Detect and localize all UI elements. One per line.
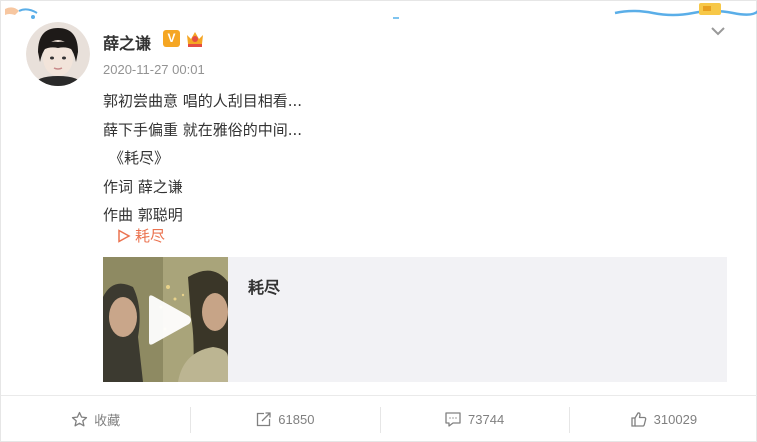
post-line: 作词 薛之谦 [103,177,183,196]
username[interactable]: 薛之谦 [103,30,151,54]
post-line: 《耗尽》 [109,149,170,167]
album-cover[interactable] [103,257,228,382]
repost-button[interactable]: 61850 [190,406,379,433]
comment-icon [445,412,461,427]
thumbs-up-icon [631,412,647,427]
decoration-dot [393,17,399,19]
star-icon [71,411,88,427]
verified-badge-icon: V [163,30,180,47]
post-line: 郭初尝曲意 唱的人刮目相看... [103,92,303,110]
play-outline-icon [118,228,131,243]
favorite-label: 收藏 [94,413,121,428]
music-link-label: 耗尽 [135,227,166,245]
comment-button[interactable]: 73744 [379,406,569,433]
play-button-icon[interactable] [143,294,193,346]
crown-member-icon [187,32,203,47]
repost-icon [257,412,271,427]
avatar[interactable] [26,22,90,86]
post-text: 郭初尝曲意 唱的人刮目相看... 薛下手偏重 就在雅俗的中间... 《耗尽》 作… [103,87,302,230]
comment-count: 73744 [468,412,505,427]
like-count: 310029 [653,412,698,427]
weibo-post-card: 薛之谦 V 2020-11-27 00:01 郭初尝曲意 唱的人刮目相看... … [0,0,757,442]
music-card[interactable]: 耗尽 [103,257,727,382]
music-card-title[interactable]: 耗尽 [248,274,280,298]
favorite-button[interactable]: 收藏 [1,407,190,433]
action-bar: 收藏 61850 73744 310029 [1,395,757,442]
like-button[interactable]: 310029 [568,406,757,433]
music-link[interactable]: 耗尽 [117,225,165,246]
repost-count: 61850 [278,412,315,427]
post-line: 薛下手偏重 就在雅俗的中间... [103,120,303,139]
post-timestamp[interactable]: 2020-11-27 00:01 [103,62,205,77]
decoration-boat-icon [614,3,757,17]
chevron-down-icon[interactable] [709,25,727,37]
decoration-hand-icon [5,7,38,19]
